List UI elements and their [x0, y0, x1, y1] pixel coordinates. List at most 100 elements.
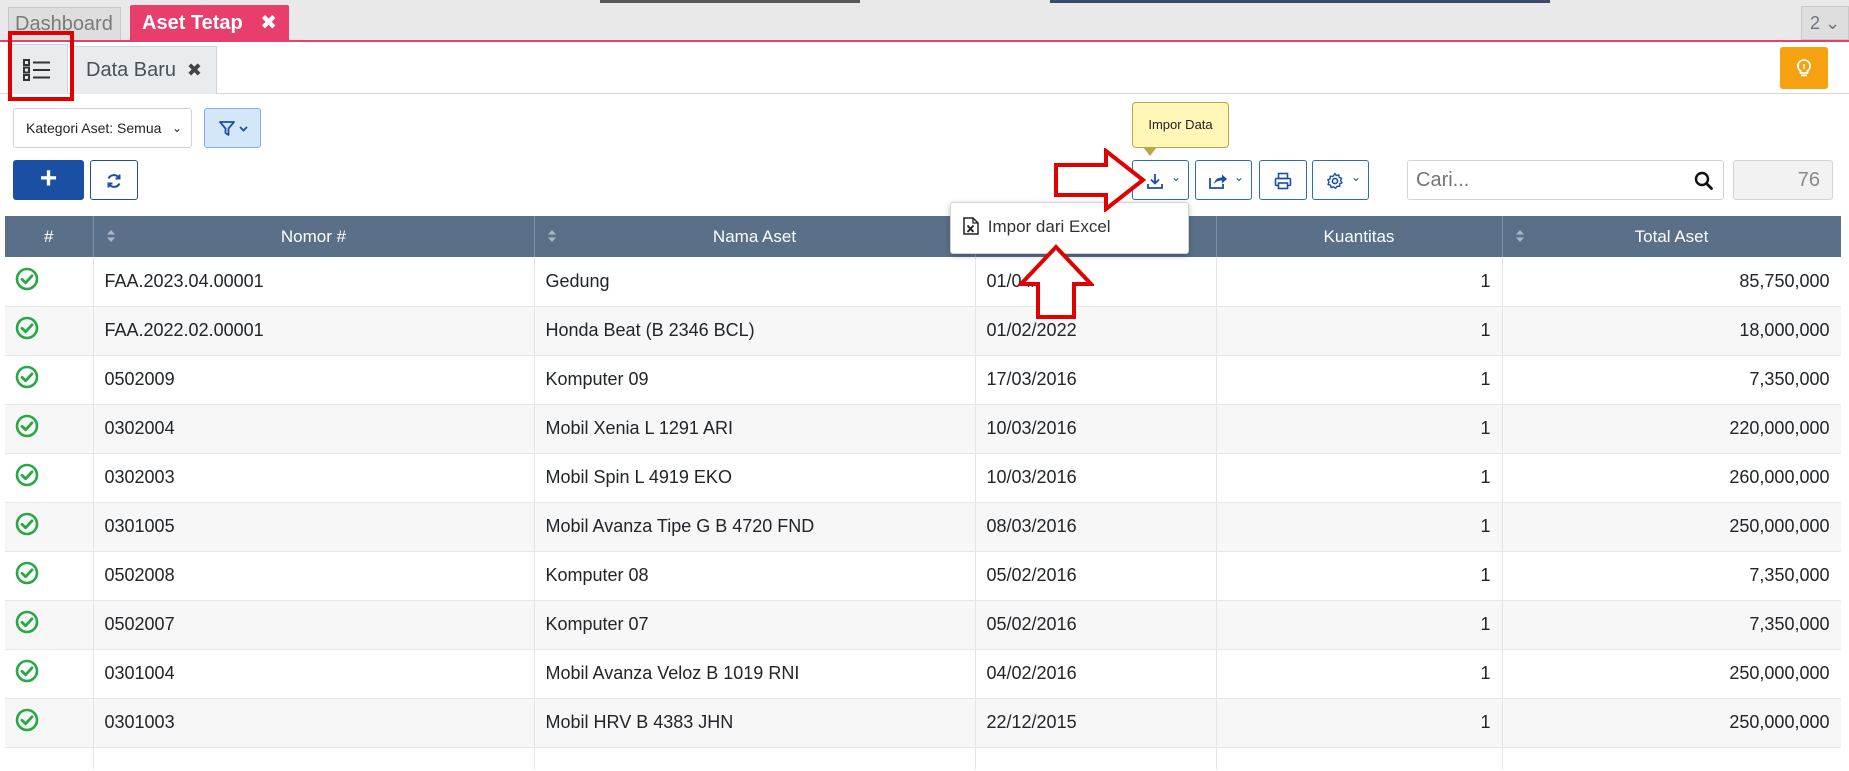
header-label: Total Aset [1634, 226, 1709, 246]
column-header-total-aset[interactable]: Total Aset [1502, 216, 1841, 257]
status-cell [5, 649, 94, 699]
cell-total-aset: 220,000,000 [1502, 404, 1841, 454]
cell-kuantitas: 1 [1216, 502, 1503, 552]
table-row[interactable]: 0301003 Mobil HRV B 4383 JHN 22/12/2015 1 25… [5, 698, 1841, 748]
table-row[interactable]: 0502008 Komputer 08 05/02/2016 1 7,350,000 [5, 551, 1841, 601]
tab-label: Data Baru [86, 59, 177, 81]
table-row[interactable]: FAA.2022.02.00001 Honda Beat (B 2346 BCL)… [5, 306, 1841, 356]
sort-icon [547, 230, 556, 242]
table-row[interactable]: 0502009 Komputer 09 17/03/2016 1 7,350,000 [5, 355, 1841, 405]
top-decoration [600, 0, 860, 3]
cell-tanggal [975, 747, 1217, 769]
sort-icon [1515, 230, 1524, 242]
chevron-down-icon: ⌄ [1234, 170, 1245, 184]
table-row[interactable]: 0502007 Komputer 07 05/02/2016 1 7,350,000 [5, 600, 1841, 650]
table-row[interactable]: 0302004 Mobil Xenia L 1291 ARI 10/03/2016 1… [5, 404, 1841, 454]
search-field[interactable] [1407, 160, 1724, 200]
cell-tanggal: 10/03/2016 [975, 404, 1217, 454]
gear-icon [1327, 172, 1343, 189]
filter-button[interactable] [204, 108, 261, 148]
refresh-button[interactable] [90, 160, 138, 200]
cell-nomor: 0302004 [93, 404, 535, 454]
share-icon [1209, 174, 1227, 189]
cell-nomor: FAA.2023.04.00001 [93, 257, 535, 307]
table-row[interactable] [5, 747, 1841, 769]
record-count: 76 [1733, 160, 1833, 200]
cell-tanggal: 05/02/2016 [975, 551, 1217, 601]
cell-nama-aset: Mobil Spin L 4919 EKO [534, 453, 976, 503]
column-header-nama-aset[interactable]: Nama Aset [534, 216, 976, 257]
cell-tanggal: 22/12/2015 [975, 698, 1217, 748]
tab-count-dropdown[interactable]: 2 ⌄ [1801, 6, 1849, 40]
excel-file-icon [963, 217, 979, 235]
import-button[interactable]: ⌄ [1132, 160, 1189, 200]
cell-tanggal: 05/02/2016 [975, 600, 1217, 650]
cell-tanggal: 10/03/2016 [975, 453, 1217, 503]
cell-nama-aset: Honda Beat (B 2346 BCL) [534, 306, 976, 356]
search-input[interactable] [1410, 163, 1680, 197]
tab-data-baru[interactable]: Data Baru ✖ [71, 46, 217, 94]
lightbulb-icon [1797, 59, 1811, 77]
cell-kuantitas: 1 [1216, 404, 1503, 454]
close-tab-icon[interactable]: ✖ [260, 5, 277, 41]
tips-button[interactable] [1780, 47, 1828, 89]
cell-tanggal: 01/02/2022 [975, 306, 1217, 356]
cell-nama-aset: Mobil Avanza Tipe G B 4720 FND [534, 502, 976, 552]
header-label: Nama Aset [712, 226, 797, 246]
tooltip-impor-data: Impor Data [1132, 102, 1229, 156]
status-cell [5, 404, 94, 454]
table-row[interactable]: 0301005 Mobil Avanza Tipe G B 4720 FND 08/… [5, 502, 1841, 552]
cell-nama-aset: Komputer 08 [534, 551, 976, 601]
print-button[interactable] [1259, 160, 1307, 200]
status-cell [5, 502, 94, 552]
cell-nomor: 0502007 [93, 600, 535, 650]
cell-nama-aset [534, 747, 976, 769]
status-cell [5, 453, 94, 503]
cell-kuantitas: 1 [1216, 551, 1503, 601]
close-tab-icon[interactable]: ✖ [187, 47, 202, 93]
printer-icon [1274, 172, 1292, 190]
cell-nama-aset: Komputer 09 [534, 355, 976, 405]
list-icon [23, 59, 50, 81]
cell-nama-aset: Komputer 07 [534, 600, 976, 650]
header-label: Kuantitas [1323, 226, 1395, 246]
check-circle-icon [15, 267, 39, 291]
tab-dashboard[interactable]: Dashboard [8, 7, 121, 40]
settings-button[interactable]: ⌄ [1312, 160, 1369, 200]
cell-total-aset: 7,350,000 [1502, 600, 1841, 650]
import-from-excel-item[interactable]: Impor dari Excel [963, 217, 1111, 237]
tab-aset-tetap[interactable]: Aset Tetap ✖ [130, 5, 289, 42]
cell-kuantitas [1216, 747, 1503, 769]
cell-nomor: FAA.2022.02.00001 [93, 306, 535, 356]
column-header-kuantitas[interactable]: Kuantitas [1216, 216, 1503, 257]
download-icon [1147, 174, 1163, 189]
search-icon[interactable] [1694, 171, 1713, 190]
cell-kuantitas: 1 [1216, 649, 1503, 699]
table-row[interactable]: FAA.2023.04.00001 Gedung 01/04/2023 1 85,750… [5, 257, 1841, 307]
cell-nama-aset: Gedung [534, 257, 976, 307]
cell-kuantitas: 1 [1216, 306, 1503, 356]
list-view-tab[interactable] [8, 44, 68, 94]
cell-nomor: 0502008 [93, 551, 535, 601]
cell-kuantitas: 1 [1216, 698, 1503, 748]
status-cell [5, 600, 94, 650]
cell-total-aset: 7,350,000 [1502, 551, 1841, 601]
header-label: Nomor # [280, 226, 347, 246]
category-filter-select[interactable]: Kategori Aset: Semua ⌄ [13, 108, 192, 148]
status-cell [5, 306, 94, 356]
add-button[interactable]: + [13, 160, 84, 200]
status-cell [5, 698, 94, 748]
table-row[interactable]: 0302003 Mobil Spin L 4919 EKO 10/03/2016 1 2… [5, 453, 1841, 503]
top-decoration [1050, 0, 1550, 3]
status-cell [5, 747, 94, 769]
cell-kuantitas: 1 [1216, 453, 1503, 503]
export-button[interactable]: ⌄ [1195, 160, 1252, 200]
filter-select-value: Kategori Aset: Semua [26, 120, 162, 136]
table-row[interactable]: 0301004 Mobil Avanza Veloz B 1019 RNI 04/0… [5, 649, 1841, 699]
cell-total-aset: 260,000,000 [1502, 453, 1841, 503]
column-header-nomor[interactable]: Nomor # [93, 216, 535, 257]
cell-kuantitas: 1 [1216, 355, 1503, 405]
asset-table: # Nomor # Nama Aset Kuantitas Total Aset… [5, 216, 1841, 769]
cell-nomor: 0302003 [93, 453, 535, 503]
cell-tanggal: 04/02/2016 [975, 649, 1217, 699]
